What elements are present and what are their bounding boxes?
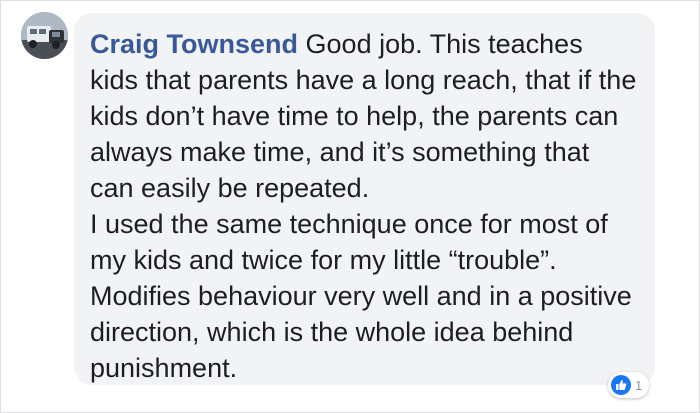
avatar-image [21,12,68,59]
comment-first-paragraph: Craig Townsend Good job. This teaches ki… [90,26,637,206]
like-icon [611,375,631,395]
author-name-link[interactable]: Craig Townsend [90,29,298,59]
reaction-count: 1 [635,377,643,393]
comment-text-second: I used the same technique once for most … [90,209,632,383]
avatar[interactable] [21,12,68,59]
reaction-summary[interactable]: 1 [608,372,650,398]
comment-container: Craig Townsend Good job. This teaches ki… [0,0,700,413]
comment-bubble: Craig Townsend Good job. This teaches ki… [74,13,655,385]
